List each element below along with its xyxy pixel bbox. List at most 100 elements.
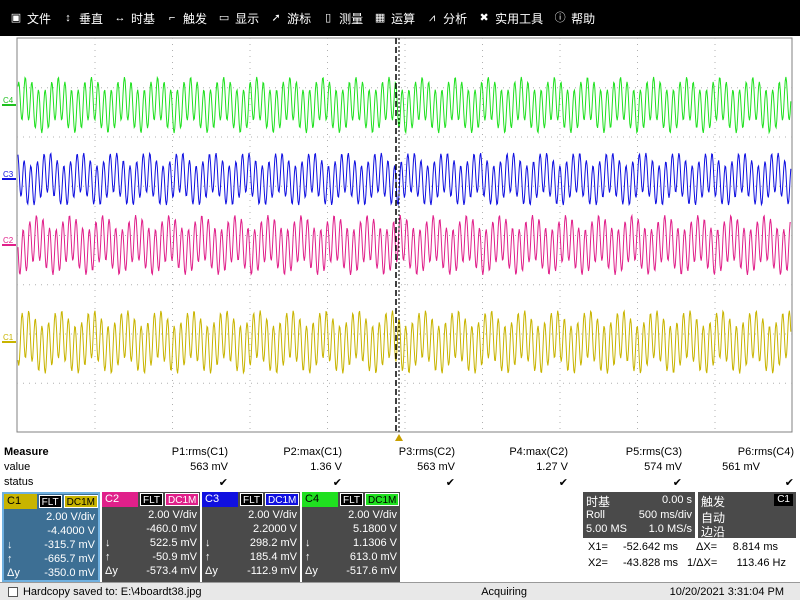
measure-status-2: ✔ — [332, 477, 342, 489]
channel-marker-c4-tick — [2, 104, 16, 106]
measure-col-5[interactable]: P5:rms(C3) — [626, 446, 682, 458]
channel-marker-c4: C4 — [3, 96, 14, 105]
measure-value-label: value — [4, 461, 31, 473]
cursor-x2-value: -43.828 ms — [622, 557, 678, 569]
channel-c4-flt: FLT — [340, 493, 364, 506]
horizontal-arrow-icon: ↔ — [114, 12, 126, 24]
menu-vertical[interactable]: ↕ 垂直 — [56, 0, 108, 36]
channel-c4-name: C4 — [302, 492, 338, 507]
measure-col-6[interactable]: P6:rms(C4) — [738, 446, 794, 458]
channel-c2-vdiv: 2.00 V/div — [148, 509, 197, 521]
measure-value-4: 1.27 V — [536, 461, 568, 473]
menu-cursor-label: 游标 — [287, 11, 312, 26]
channel-panels: C1 FLT DC1M 2.00 V/div -4.4000 V ↓ -315.… — [0, 492, 580, 582]
channel-c4-up: 613.0 mV — [349, 551, 397, 563]
measure-table: Measure P1:rms(C1) P2:max(C1) P3:rms(C2)… — [0, 446, 800, 492]
channel-c2-flt: FLT — [140, 493, 164, 506]
timebase-panel[interactable]: 时基 0.00 s Roll 500 ms/div 5.00 MS 1.0 MS… — [583, 492, 695, 538]
measure-col-1[interactable]: P1:rms(C1) — [172, 446, 228, 458]
status-acquisition: Acquiring — [481, 585, 528, 598]
channel-c2-dy: -573.4 mV — [146, 565, 197, 577]
channel-marker-c3: C3 — [3, 170, 14, 179]
menu-tools[interactable]: ✖ 实用工具 — [472, 0, 548, 36]
channel-c3-dy: -112.9 mV — [247, 565, 297, 577]
printer-icon — [8, 586, 18, 597]
measure-value-row: value 563 mV 1.36 V 563 mV 1.27 V 574 mV… — [0, 461, 800, 476]
menu-display-label: 显示 — [235, 11, 260, 26]
menu-analysis[interactable]: ⩘ 分析 — [420, 0, 472, 36]
menu-cursor[interactable]: ➚ 游标 — [264, 0, 316, 36]
menu-math-label: 运算 — [391, 11, 416, 26]
measure-col-3[interactable]: P3:rms(C2) — [399, 446, 455, 458]
menu-vertical-label: 垂直 — [79, 11, 104, 26]
channel-panel-c4[interactable]: C4 FLT DC1M 2.00 V/div 5.1800 V ↓ 1.1306… — [302, 492, 400, 582]
channel-c3-vdiv: 2.00 V/div — [248, 509, 297, 521]
measure-value-1: 563 mV — [190, 461, 228, 473]
channel-c1-dy: -350.0 mV — [44, 567, 95, 579]
cursor-x2-label: X2= — [588, 557, 608, 569]
measure-value-6: 561 mV — [722, 461, 760, 473]
timebase-mode: Roll — [586, 509, 605, 521]
cursor-dx-label: ΔX= — [696, 541, 718, 553]
measure-status-label: status — [4, 476, 34, 488]
menu-file[interactable]: ▣ 文件 — [4, 0, 56, 36]
channel-panel-c3[interactable]: C3 FLT DC1M 2.00 V/div 2.2000 V ↓ 298.2 … — [202, 492, 300, 582]
channel-c3-down: 298.2 mV — [249, 537, 297, 549]
trigger-panel[interactable]: 触发 C1 自动 边沿 — [698, 492, 796, 539]
tools-icon: ✖ — [479, 12, 489, 24]
channel-panel-c1-header: C1 FLT DC1M — [4, 494, 98, 509]
menu-trigger[interactable]: ⌐ 触发 — [160, 0, 212, 36]
channel-marker-c1: C1 — [3, 333, 14, 342]
channel-c3-up: 185.4 mV — [249, 551, 297, 563]
status-datetime: 10/20/2021 3:31:04 PM — [669, 585, 784, 598]
cursor-x1-value: -52.642 ms — [622, 541, 678, 553]
waveform-display[interactable]: C4 C3 C2 C1 — [0, 36, 800, 446]
cursor-icon: ➚ — [271, 12, 281, 24]
status-hardcopy: Hardcopy saved to: E:\4boardt38.jpg — [22, 585, 202, 598]
channel-c2-dy-symbol: Δy — [105, 565, 118, 577]
channel-marker-c2: C2 — [3, 236, 14, 245]
menu-analysis-label: 分析 — [443, 11, 468, 26]
measure-status-1: ✔ — [218, 477, 228, 489]
measure-status-row: status ✔ ✔ ✔ ✔ ✔ ✔ — [0, 476, 800, 491]
measure-value-3: 563 mV — [417, 461, 455, 473]
menu-math[interactable]: ▦ 运算 — [368, 0, 420, 36]
menu-display[interactable]: ▭ 显示 — [212, 0, 264, 36]
measure-status-4: ✔ — [558, 477, 568, 489]
channel-c1-offset: -4.4000 V — [47, 525, 95, 537]
measure-status-3: ✔ — [445, 477, 455, 489]
channel-panel-c2[interactable]: C2 FLT DC1M 2.00 V/div -460.0 mV ↓ 522.5… — [102, 492, 200, 582]
menu-file-label: 文件 — [27, 11, 52, 26]
channel-c1-up: -665.7 mV — [44, 553, 95, 565]
cursor-inv-label: 1/ΔX= — [687, 557, 718, 569]
display-icon: ▭ — [218, 12, 230, 24]
cursor-dx-value: 8.814 ms — [732, 541, 778, 553]
analysis-icon: ⩘ — [429, 12, 436, 24]
timebase-scale: 500 ms/div — [638, 509, 692, 521]
measure-status-5: ✔ — [672, 477, 682, 489]
trigger-position-marker — [395, 434, 403, 441]
channel-c3-offset: 2.2000 V — [252, 523, 297, 535]
channel-c4-up-symbol: ↑ — [305, 551, 311, 563]
measure-col-2[interactable]: P2:max(C1) — [283, 446, 342, 458]
measure-col-4[interactable]: P4:max(C2) — [509, 446, 568, 458]
help-icon: ⓘ — [554, 12, 566, 24]
channel-c1-coupling: DC1M — [63, 495, 98, 508]
timebase-delay: 0.00 s — [662, 494, 692, 506]
menu-help-label: 帮助 — [571, 11, 596, 26]
measure-value-5: 574 mV — [644, 461, 682, 473]
channel-c4-down: 1.1306 V — [352, 537, 397, 549]
menu-measure[interactable]: ▯ 测量 — [316, 0, 368, 36]
channel-markers: C4 C3 C2 C1 — [2, 96, 16, 343]
menu-timebase[interactable]: ↔ 时基 — [108, 0, 160, 36]
channel-c1-flt: FLT — [38, 495, 62, 508]
channel-c3-up-symbol: ↑ — [205, 551, 211, 563]
channel-c2-coupling: DC1M — [165, 493, 200, 506]
cursor-readout: X1= -52.642 ms ΔX= 8.814 ms X2= -43.828 … — [583, 538, 798, 578]
menu-help[interactable]: ⓘ 帮助 — [548, 0, 600, 36]
channel-panel-c1[interactable]: C1 FLT DC1M 2.00 V/div -4.4000 V ↓ -315.… — [2, 492, 100, 582]
channel-c4-vdiv: 2.00 V/div — [348, 509, 397, 521]
channel-c1-down: -315.7 mV — [44, 539, 95, 551]
cursor-x1-label: X1= — [588, 541, 608, 553]
channel-marker-c2-tick — [2, 244, 16, 246]
